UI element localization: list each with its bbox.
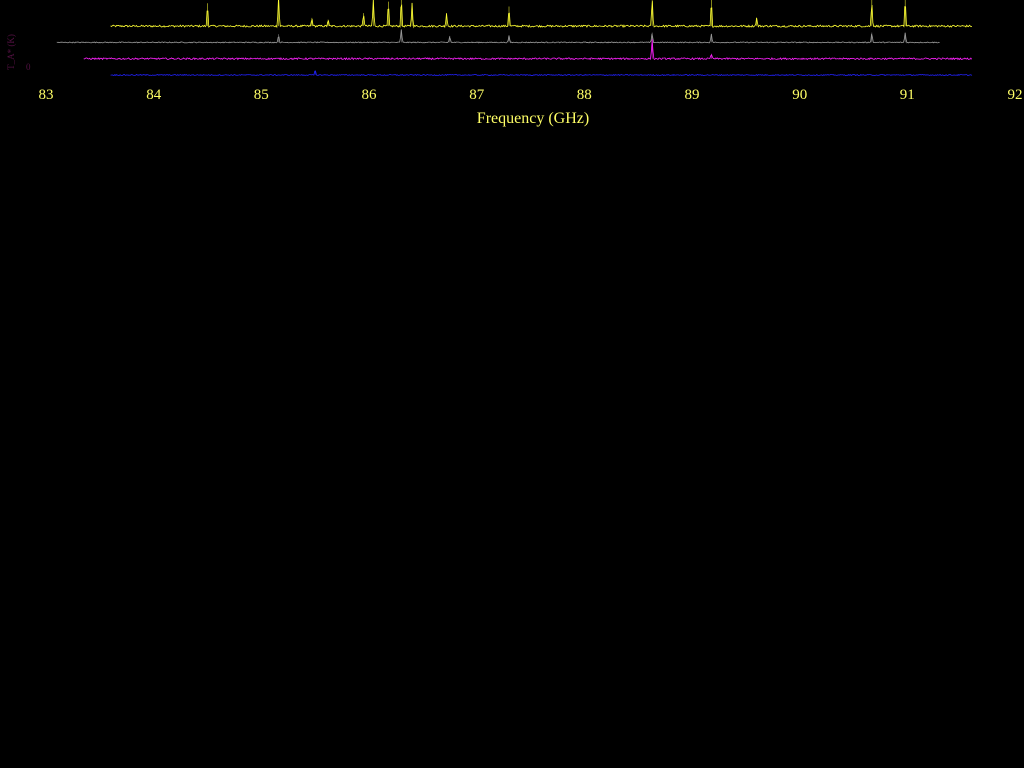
x-tick-label: 86: [362, 87, 378, 103]
spectrum-series-0: [110, 0, 973, 29]
spectrum-series-3: [110, 70, 973, 77]
spectrum-trace: [110, 0, 973, 29]
spectrum-trace: [110, 70, 973, 77]
x-tick-label: 83: [39, 87, 54, 103]
x-axis-title: Frequency (GHz): [477, 110, 589, 127]
series-layer: [56, 0, 973, 77]
x-tick-label: 85: [254, 87, 269, 103]
x-tick-label: 88: [577, 87, 592, 103]
y-tick-label: 0: [26, 62, 31, 72]
spectrum-trace: [56, 29, 940, 44]
x-tick-label: 87: [469, 87, 485, 103]
x-tick-label: 91: [900, 87, 915, 103]
spectrum-series-1: [56, 29, 940, 44]
x-tick-label: 84: [146, 87, 162, 103]
spectrum-plot: 83 84 85 86 87 88 89 90 91 92 0 T_A* (K) Frequenc…: [6, 0, 1023, 127]
x-tick-label: 89: [685, 87, 700, 103]
x-tick-label: 92: [1008, 87, 1023, 103]
x-tick-label: 90: [792, 87, 807, 103]
y-axis-title: T_A* (K): [6, 34, 16, 70]
x-tick-labels: 83 84 85 86 87 88 89 90 91 92: [39, 87, 1023, 103]
